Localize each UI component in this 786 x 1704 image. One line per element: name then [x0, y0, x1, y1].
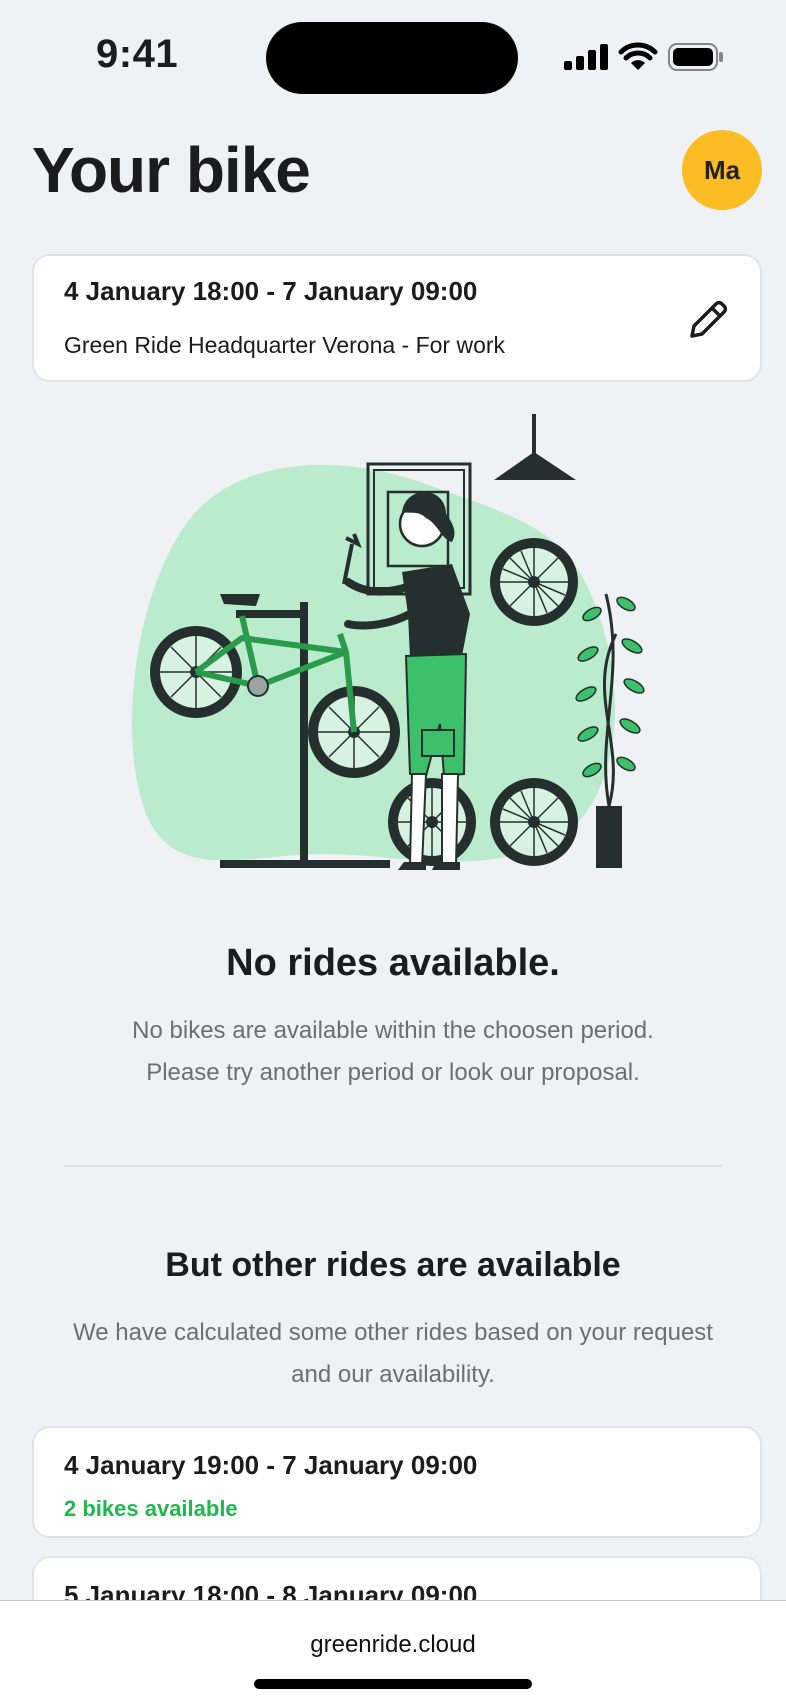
empty-state-line-1: No bikes are available within the choose… — [132, 1017, 654, 1044]
dynamic-island — [266, 22, 518, 94]
edit-booking-button[interactable] — [680, 292, 736, 348]
empty-state-line-2: Please try another period or look our pr… — [146, 1059, 640, 1086]
ride-option-card[interactable]: 4 January 19:00 - 7 January 09:00 2 bike… — [32, 1426, 762, 1538]
status-icons — [564, 42, 724, 72]
signal-icon — [564, 44, 608, 70]
browser-url[interactable]: greenride.cloud — [0, 1631, 786, 1659]
status-time: 9:41 — [96, 32, 179, 76]
empty-state-title: No rides available. — [226, 942, 560, 984]
wifi-icon — [618, 42, 658, 70]
status-bar: 9:41 — [0, 0, 786, 120]
avatar[interactable]: Ma — [682, 130, 762, 210]
browser-bar: greenride.cloud — [0, 1600, 786, 1704]
alternatives-line-2: and our availability. — [291, 1361, 495, 1388]
home-indicator[interactable] — [254, 1679, 532, 1689]
booking-summary-card[interactable]: 4 January 18:00 - 7 January 09:00 Green … — [32, 254, 762, 382]
ride-availability: 2 bikes available — [64, 1496, 238, 1521]
section-divider — [64, 1165, 722, 1167]
empty-state-text: No bikes are available within the choose… — [60, 1010, 726, 1094]
alternatives-text: We have calculated some other rides base… — [40, 1312, 746, 1396]
ride-period: 4 January 19:00 - 7 January 09:00 — [64, 1450, 478, 1480]
page-title: Your bike — [32, 134, 311, 206]
booking-location: Green Ride Headquarter Verona - For work — [64, 332, 506, 358]
pencil-icon — [690, 300, 728, 338]
page-header: Your bike Ma — [32, 130, 762, 210]
alternatives-line-1: We have calculated some other rides base… — [73, 1319, 713, 1346]
battery-icon — [668, 43, 723, 71]
alternatives-title: But other rides are available — [165, 1246, 621, 1284]
booking-period: 4 January 18:00 - 7 January 09:00 — [64, 276, 478, 306]
wheel — [490, 538, 578, 626]
bike-repair-illustration — [131, 414, 645, 870]
